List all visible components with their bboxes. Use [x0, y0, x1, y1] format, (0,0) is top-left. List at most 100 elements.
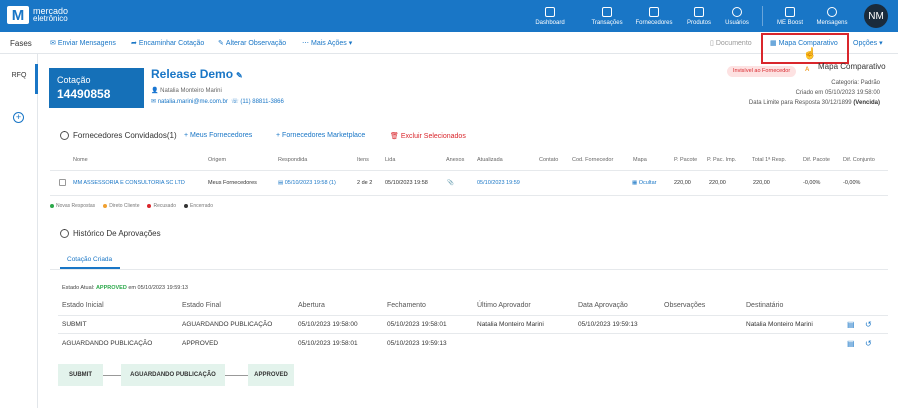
supplier-name-link[interactable]: MM ASSESSORIA E CONSULTORIA SC LTD: [73, 180, 185, 186]
quote-number-card: Cotação 14490858: [49, 68, 144, 108]
row1-destinatario: Natalia Monteiro Marini: [746, 321, 813, 328]
legend-item: Recusado: [147, 203, 176, 209]
col-dif-pacote: Dif. Pacote: [803, 157, 830, 163]
chevron-up-icon: ˆ: [60, 131, 69, 140]
col-abertura: Abertura: [298, 302, 325, 309]
my-suppliers-button[interactable]: + Meus Fornecedores: [184, 132, 252, 139]
history-icon[interactable]: ↺: [865, 320, 872, 329]
left-rail: RFQ +: [0, 54, 38, 408]
document-button[interactable]: ▯ Documento: [710, 39, 752, 47]
dot-icon: [184, 203, 188, 208]
legend-item: Direto Cliente: [103, 203, 139, 209]
chat-icon: [827, 6, 837, 17]
phone-icon: ☏: [231, 99, 239, 105]
flow-step-aguardando: AGUARDANDO PUBLICAÇÃO: [121, 364, 225, 386]
history-icon[interactable]: ↺: [865, 339, 872, 348]
nav-me-boost[interactable]: ME Boost: [774, 0, 806, 32]
page-title: Release Demo ✎: [151, 67, 243, 81]
box-icon: [694, 6, 704, 17]
nav-dashboard[interactable]: Dashboard: [533, 0, 567, 32]
row2-fechamento: 05/10/2023 19:59:13: [387, 340, 447, 347]
transactions-icon: [602, 6, 612, 17]
col-ultimo-aprovador: Último Aprovador: [477, 302, 531, 309]
forward-quote-button[interactable]: ➦ Encaminhar Cotação: [131, 39, 204, 47]
flow-step-submit: SUBMIT: [58, 364, 103, 386]
delete-selected-button[interactable]: 🗑 Excluir Selecionados: [390, 132, 466, 140]
col-total: Total 1ª Resp.: [752, 157, 787, 163]
rail-active-indicator: [35, 64, 38, 94]
nav-produtos[interactable]: Produtos: [684, 0, 714, 32]
tab-cotacao-criada[interactable]: Cotação Criada: [67, 256, 112, 263]
quote-number: 14490858: [57, 87, 111, 101]
col-data-aprovacao: Data Aprovação: [578, 302, 628, 309]
contact-line: ✉ natalia.marini@me.com.br ☏ (11) 88811-…: [151, 99, 284, 105]
hand-cursor-icon: ☝: [803, 48, 817, 60]
chart-icon: [785, 6, 795, 17]
marketplace-suppliers-button[interactable]: + Fornecedores Marketplace: [276, 132, 365, 139]
row1-fechamento: 05/10/2023 19:58:01: [387, 321, 447, 328]
row1-data-aprovacao: 05/10/2023 19:59:13: [578, 321, 638, 328]
nav-transacoes[interactable]: Transações: [590, 0, 624, 32]
dot-icon: [147, 203, 152, 208]
row2-estado-final: APPROVED: [182, 340, 219, 347]
file-icon: ▤: [278, 180, 284, 186]
paperclip-icon[interactable]: 📎: [447, 180, 454, 186]
nav-fornecedores[interactable]: Fornecedores: [634, 0, 674, 32]
approvals-section-title[interactable]: ˆ Histórico De Aprovações: [60, 229, 161, 238]
rail-item-rfq[interactable]: RFQ: [0, 72, 38, 79]
brand-logo[interactable]: M mercado eletrônico: [7, 6, 68, 24]
top-bar: M mercado eletrônico Dashboard Transaçõe…: [0, 0, 898, 32]
nav-separator: [762, 6, 763, 26]
read-date: 05/10/2023 19:58: [385, 180, 428, 186]
document-icon[interactable]: ▤: [847, 320, 855, 329]
col-itens: Itens: [357, 157, 369, 163]
first-response-total: 220,00: [753, 180, 770, 186]
mail-icon: ✉: [151, 99, 157, 105]
col-anexos: Anexos: [446, 157, 465, 163]
nav-usuarios[interactable]: Usuários: [722, 0, 752, 32]
chevron-down-icon: ▾: [348, 40, 353, 47]
col-atualizada: Atualizada: [477, 157, 503, 163]
add-icon[interactable]: +: [13, 112, 24, 123]
dot-icon: [50, 203, 54, 208]
col-contato: Contato: [539, 157, 559, 163]
current-status: Estado Atual: APPROVED em 05/10/2023 19:…: [62, 285, 188, 291]
edit-observation-button[interactable]: ✎ Alterar Observação: [218, 39, 286, 47]
table-divider: [58, 315, 888, 316]
row-checkbox[interactable]: [59, 179, 66, 186]
col-p-pac-imp: P. Pac. Imp.: [707, 157, 737, 163]
responded-link[interactable]: ▤ 05/10/2023 19:58 (1): [278, 180, 336, 186]
row1-estado-final: AGUARDANDO PUBLICAÇÃO: [182, 321, 273, 328]
brand-line-2: eletrônico: [33, 14, 68, 23]
tab-divider: [50, 269, 888, 270]
table-divider: [58, 333, 888, 334]
avatar[interactable]: NM: [864, 4, 888, 28]
users-icon: [732, 6, 742, 17]
updated-link[interactable]: 05/10/2023 19:59: [477, 180, 520, 186]
col-cod-fornecedor: Cod. Fornecedor: [572, 157, 614, 163]
options-button[interactable]: Opções ▾: [853, 39, 883, 47]
document-icon: ▯: [710, 40, 714, 47]
row1-abertura: 05/10/2023 19:58:00: [298, 321, 358, 328]
trash-icon: 🗑: [390, 133, 399, 140]
col-lida: Lida: [385, 157, 396, 163]
suppliers-section-title[interactable]: ˆ Fornecedores Convidados(1): [60, 131, 177, 140]
requester: 👤 Natalia Monteiro Marini: [151, 88, 222, 94]
nav-mensagens[interactable]: Mensagens: [814, 0, 850, 32]
brand-mark-icon: M: [7, 6, 29, 24]
more-actions-button[interactable]: ⋯ Mais Ações ▾: [302, 39, 352, 47]
row2-estado-inicial: AGUARDANDO PUBLICAÇÃO: [62, 340, 153, 347]
row1-estado-inicial: SUBMIT: [62, 321, 87, 328]
legend-item: Encerrado: [184, 203, 213, 209]
send-messages-button[interactable]: ✉ Enviar Mensagens: [50, 39, 116, 47]
col-mapa: Mapa: [633, 157, 647, 163]
items-count: 2 de 2: [357, 180, 373, 186]
package-price-tax: 220,00: [709, 180, 726, 186]
comparative-map-tooltip: Mapa Comparativo: [818, 62, 886, 71]
user-icon: 👤: [151, 88, 159, 94]
document-icon[interactable]: ▤: [847, 339, 855, 348]
dot-icon: [103, 203, 108, 208]
forward-icon: ➦: [131, 40, 137, 47]
edit-icon[interactable]: ✎: [236, 71, 243, 80]
hide-map-link[interactable]: ▦ Ocultar: [632, 180, 656, 186]
